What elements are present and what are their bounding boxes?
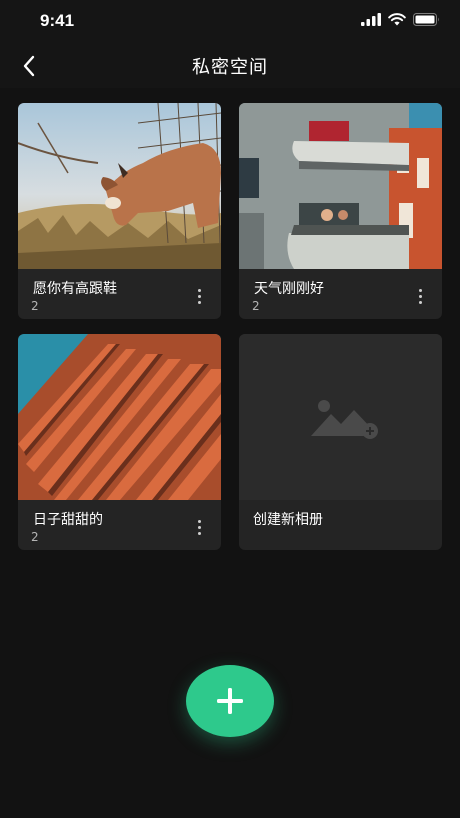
album-cover-image bbox=[239, 103, 442, 269]
add-button[interactable] bbox=[186, 665, 274, 737]
nav-bar: 私密空间 bbox=[0, 44, 460, 88]
create-album-card[interactable]: 创建新相册 bbox=[239, 334, 442, 550]
create-album-placeholder bbox=[239, 334, 442, 500]
album-count: 2 bbox=[31, 299, 39, 313]
album-name: 日子甜甜的 bbox=[33, 512, 103, 528]
album-cover-image bbox=[18, 103, 221, 269]
album-card[interactable]: 天气刚刚好 2 bbox=[239, 103, 442, 319]
album-name: 愿你有高跟鞋 bbox=[33, 281, 117, 297]
status-icons bbox=[361, 13, 440, 26]
album-cover-image bbox=[18, 334, 221, 500]
wifi-icon bbox=[388, 13, 406, 26]
album-card[interactable]: 日子甜甜的 2 bbox=[18, 334, 221, 550]
create-album-label: 创建新相册 bbox=[253, 512, 323, 528]
album-name: 天气刚刚好 bbox=[254, 281, 324, 297]
status-bar: 9:41 bbox=[0, 0, 460, 44]
signal-icon bbox=[361, 13, 381, 26]
album-card[interactable]: 愿你有高跟鞋 2 bbox=[18, 103, 221, 319]
image-add-icon bbox=[311, 400, 378, 439]
album-count: 2 bbox=[31, 530, 39, 544]
more-vertical-icon[interactable] bbox=[412, 285, 428, 307]
page-title: 私密空间 bbox=[192, 57, 268, 78]
plus-icon bbox=[217, 688, 243, 714]
status-time: 9:41 bbox=[40, 11, 75, 30]
more-vertical-icon[interactable] bbox=[191, 285, 207, 307]
more-vertical-icon[interactable] bbox=[191, 516, 207, 538]
album-count: 2 bbox=[252, 299, 260, 313]
battery-icon bbox=[413, 13, 439, 26]
